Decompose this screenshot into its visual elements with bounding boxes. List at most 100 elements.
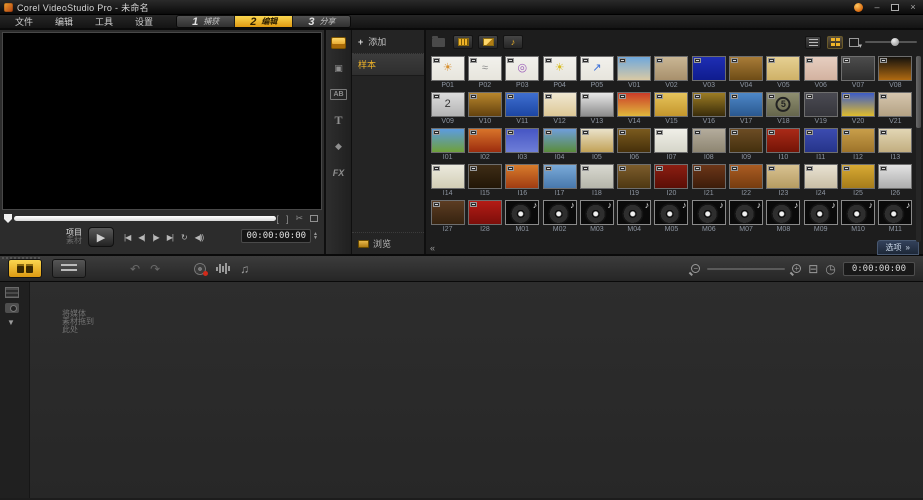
timeline-zoom-slider[interactable] — [707, 268, 785, 270]
minimize-button[interactable]: – — [871, 2, 883, 12]
close-button[interactable]: × — [907, 2, 919, 12]
library-thumb-M08[interactable]: ♪M08 — [766, 200, 801, 233]
title-icon[interactable]: T — [329, 112, 349, 129]
transport-button-2[interactable]: ◀| — [134, 230, 148, 245]
library-thumb-I25[interactable]: I25 — [840, 164, 875, 197]
library-scrollbar[interactable] — [916, 56, 921, 242]
transport-button-5[interactable]: ↻ — [177, 230, 191, 245]
gallery-folder-icon[interactable] — [432, 38, 445, 47]
thumbnail-view-button[interactable] — [827, 36, 843, 49]
library-thumb-I17[interactable]: I17 — [542, 164, 577, 197]
library-thumb-I18[interactable]: I18 — [579, 164, 614, 197]
library-thumb-V02[interactable]: V02 — [654, 56, 689, 89]
library-thumb-V14[interactable]: V14 — [617, 92, 652, 125]
library-thumb-I03[interactable]: I03 — [505, 128, 540, 161]
library-thumb-I07[interactable]: I07 — [654, 128, 689, 161]
zoom-in-icon[interactable]: + — [792, 264, 801, 273]
library-thumb-V03[interactable]: V03 — [691, 56, 726, 89]
library-thumb-I19[interactable]: I19 — [617, 164, 652, 197]
library-thumb-V19[interactable]: V19 — [803, 92, 838, 125]
fit-project-icon[interactable]: ⊟ — [808, 263, 818, 275]
library-thumb-I24[interactable]: I24 — [803, 164, 838, 197]
library-thumb-M02[interactable]: ♪M02 — [542, 200, 577, 233]
duration-clock-icon[interactable]: ◷ — [825, 263, 835, 275]
timeline-timecode[interactable]: 0:00:00:00 — [843, 262, 915, 276]
library-thumb-I01[interactable]: I01 — [430, 128, 465, 161]
collapse-panel-button[interactable]: « — [430, 243, 435, 253]
menu-item-2[interactable]: 编辑 — [46, 14, 82, 29]
library-thumb-I26[interactable]: I26 — [878, 164, 913, 197]
library-thumb-I04[interactable]: I04 — [542, 128, 577, 161]
filter-photo-button[interactable] — [478, 35, 498, 49]
library-thumb-I16[interactable]: I16 — [505, 164, 540, 197]
library-thumb-V05[interactable]: V05 — [766, 56, 801, 89]
filter-icon[interactable]: FX — [329, 164, 349, 181]
library-thumb-V08[interactable]: V08 — [878, 56, 913, 89]
library-thumb-V07[interactable]: V07 — [840, 56, 875, 89]
storyboard-view-button[interactable] — [8, 259, 42, 278]
scrubber-handle[interactable] — [4, 214, 12, 223]
play-button[interactable]: ▶ — [88, 227, 114, 247]
library-thumb-V10[interactable]: V10 — [467, 92, 502, 125]
library-thumb-P02[interactable]: ≈P02 — [467, 56, 502, 89]
library-thumb-I10[interactable]: I10 — [766, 128, 801, 161]
library-thumb-M11[interactable]: ♪M11 — [878, 200, 913, 233]
zoom-out-icon[interactable]: − — [691, 264, 700, 273]
split-clip-icon[interactable]: ✂ — [295, 213, 303, 224]
mark-in-icon[interactable]: [ — [276, 214, 279, 224]
library-thumb-I15[interactable]: I15 — [467, 164, 502, 197]
media-library-icon[interactable] — [329, 34, 349, 51]
library-thumb-I28[interactable]: I28 — [467, 200, 502, 233]
mark-out-icon[interactable]: ] — [286, 214, 289, 224]
library-thumb-V09[interactable]: 2V09 — [430, 92, 465, 125]
scrubber-track[interactable] — [14, 216, 276, 221]
library-thumb-M04[interactable]: ♪M04 — [617, 200, 652, 233]
options-button[interactable]: 选项 » — [877, 240, 919, 255]
redo-button[interactable]: ↷ — [150, 263, 160, 275]
timeline-view-button[interactable] — [52, 259, 86, 278]
library-thumb-M10[interactable]: ♪M10 — [840, 200, 875, 233]
library-thumb-M05[interactable]: ♪M05 — [654, 200, 689, 233]
transport-button-3[interactable]: |▶ — [148, 230, 162, 245]
library-thumb-P04[interactable]: ☀P04 — [542, 56, 577, 89]
library-thumb-I20[interactable]: I20 — [654, 164, 689, 197]
library-thumb-I22[interactable]: I22 — [728, 164, 763, 197]
library-thumb-V15[interactable]: V15 — [654, 92, 689, 125]
transport-button-1[interactable]: |◀ — [120, 230, 134, 245]
library-thumb-I06[interactable]: I06 — [617, 128, 652, 161]
sort-button[interactable] — [849, 38, 859, 47]
thumbnail-size-slider[interactable] — [865, 41, 917, 43]
library-thumb-I08[interactable]: I08 — [691, 128, 726, 161]
undo-button[interactable]: ↶ — [130, 263, 140, 275]
sound-mixer-icon[interactable] — [216, 263, 230, 275]
library-thumb-V13[interactable]: V13 — [579, 92, 614, 125]
menu-item-1[interactable]: 文件 — [6, 14, 42, 29]
video-track[interactable]: 将媒体 素材拖到 此处 — [30, 282, 923, 498]
library-thumb-V16[interactable]: V16 — [691, 92, 726, 125]
menu-item-4[interactable]: 设置 — [126, 14, 162, 29]
transport-button-6[interactable]: ◀)) — [191, 230, 207, 245]
library-thumb-M09[interactable]: ♪M09 — [803, 200, 838, 233]
record-capture-icon[interactable] — [194, 263, 206, 275]
library-thumb-V20[interactable]: V20 — [840, 92, 875, 125]
library-thumb-I02[interactable]: I02 — [467, 128, 502, 161]
graphic-icon[interactable]: ◆ — [329, 138, 349, 155]
video-preview[interactable] — [2, 32, 322, 210]
preview-timecode[interactable]: 00:00:00:00 — [241, 229, 311, 243]
library-thumb-M07[interactable]: ♪M07 — [728, 200, 763, 233]
library-thumb-I14[interactable]: I14 — [430, 164, 465, 197]
library-thumb-V21[interactable]: V21 — [878, 92, 913, 125]
library-thumb-I05[interactable]: I05 — [579, 128, 614, 161]
library-thumb-V01[interactable]: V01 — [617, 56, 652, 89]
library-thumb-V18[interactable]: 5V18 — [766, 92, 801, 125]
browse-button[interactable]: 浏览 — [352, 232, 424, 254]
snapshot-icon[interactable] — [310, 215, 318, 222]
add-folder-button[interactable]: + 添加 — [352, 30, 424, 53]
library-thumb-M06[interactable]: ♪M06 — [691, 200, 726, 233]
library-thumb-I11[interactable]: I11 — [803, 128, 838, 161]
library-thumb-P03[interactable]: ◎P03 — [505, 56, 540, 89]
library-thumb-V04[interactable]: V04 — [728, 56, 763, 89]
library-thumb-I13[interactable]: I13 — [878, 128, 913, 161]
instant-project-icon[interactable]: ▣ — [329, 60, 349, 77]
mode-clip[interactable]: 素材 — [66, 237, 82, 245]
